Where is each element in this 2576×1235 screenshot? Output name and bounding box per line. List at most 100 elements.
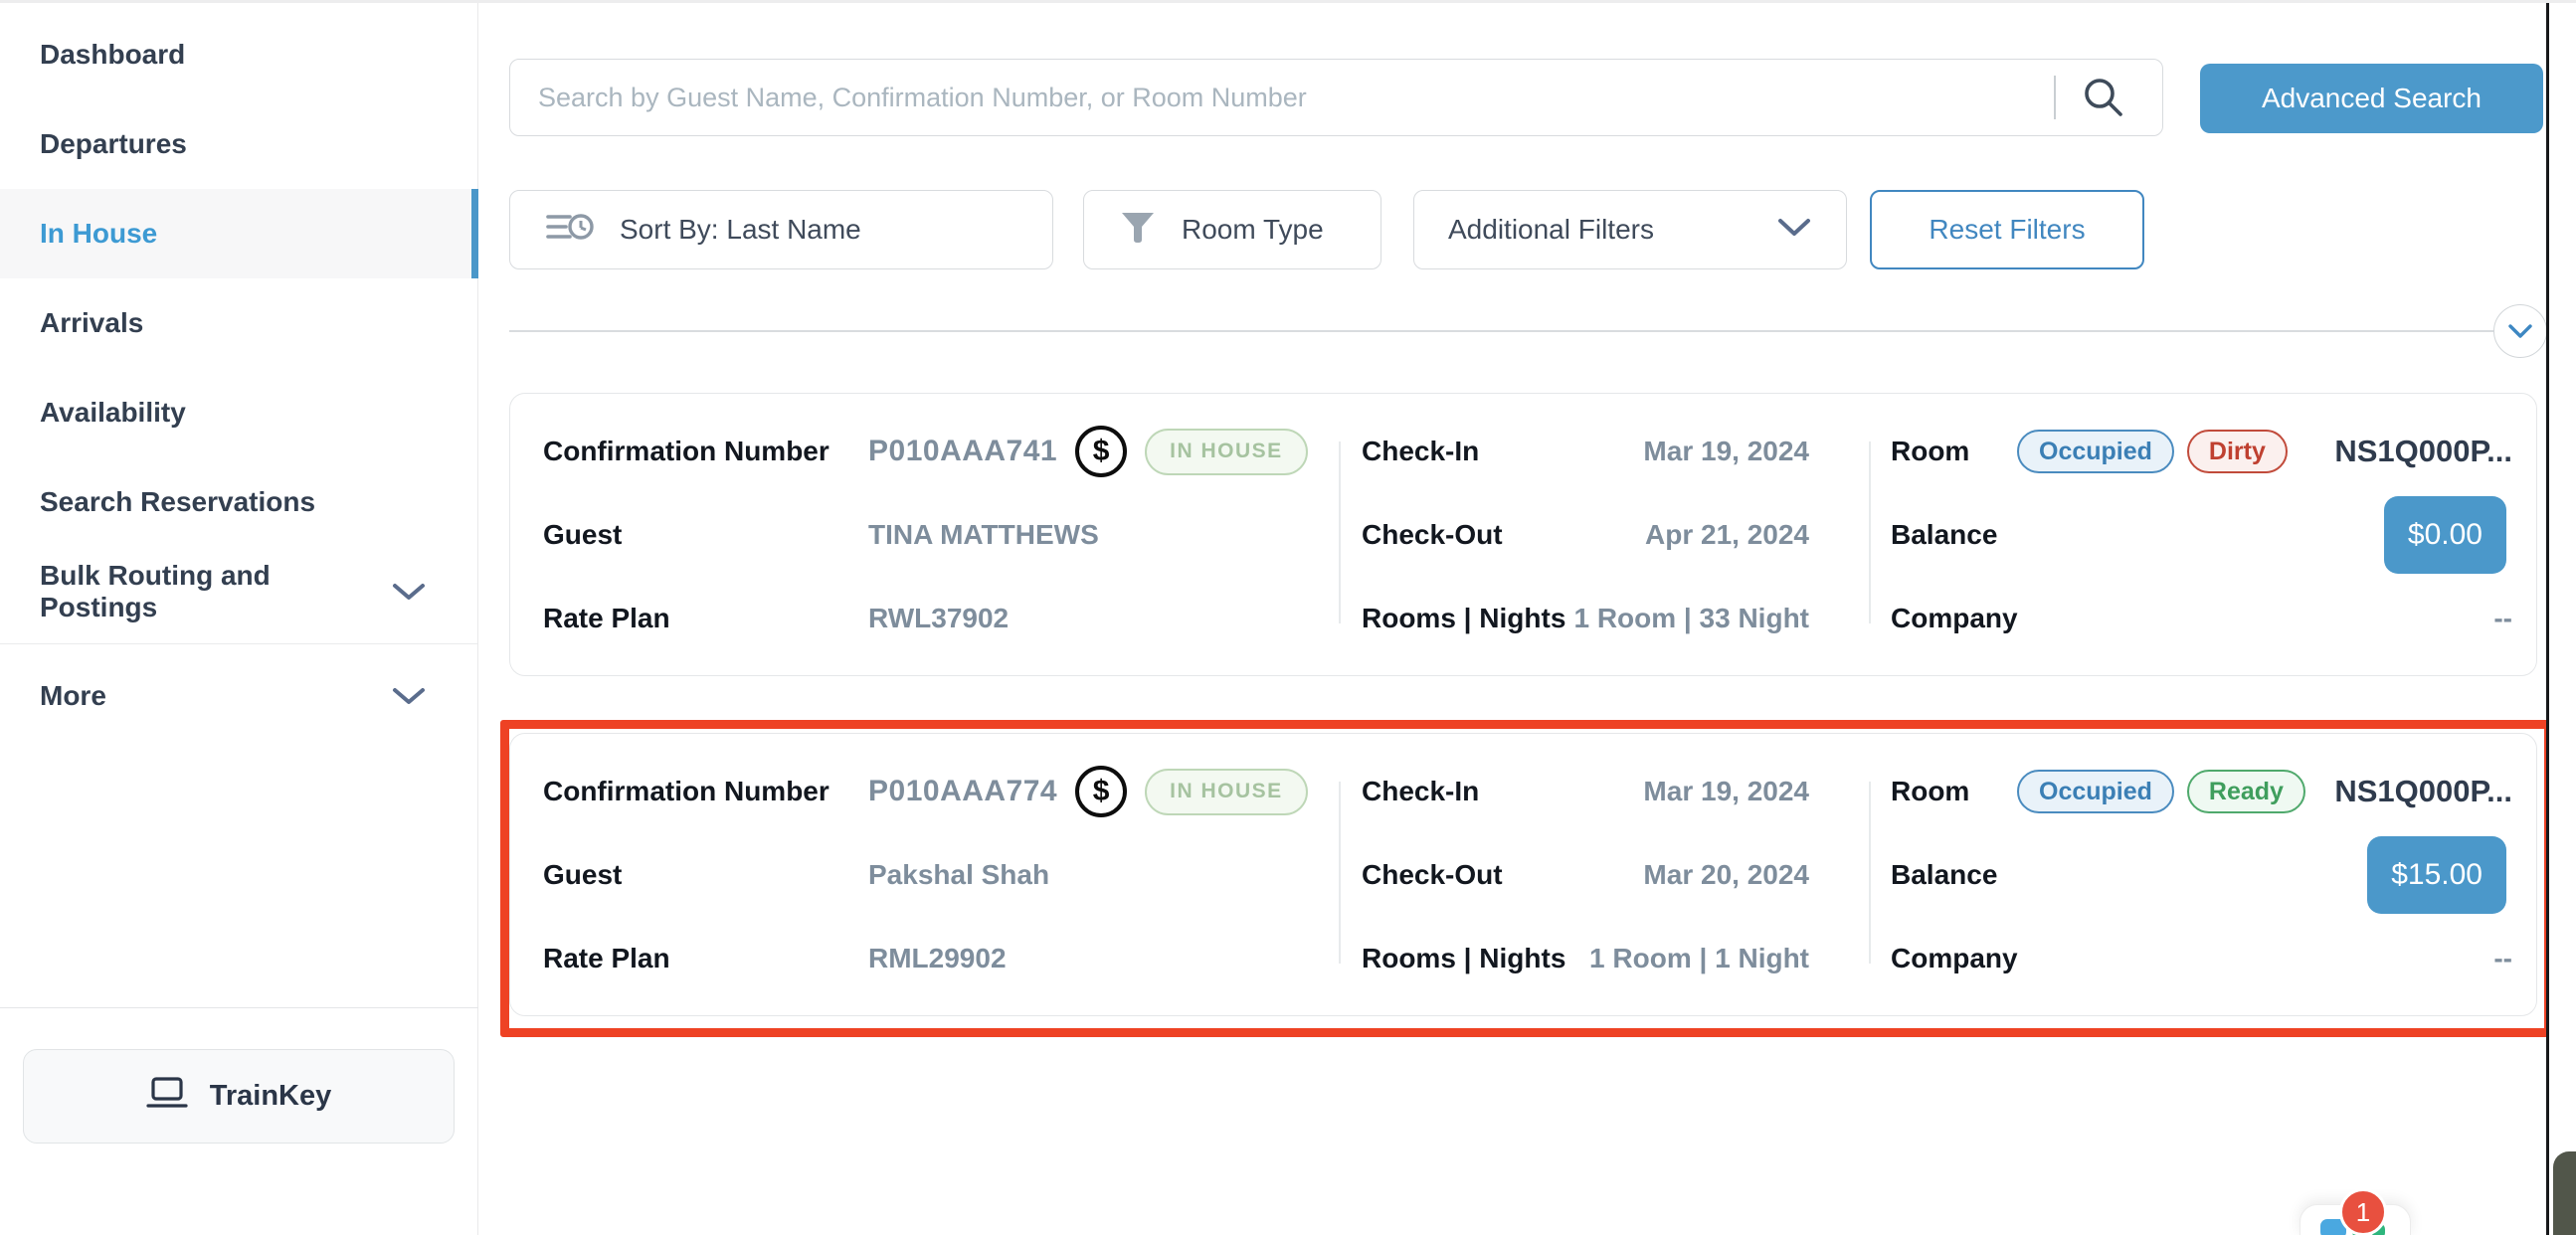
list-divider <box>509 330 2494 332</box>
room-status-badges: Occupied Ready <box>2017 764 2305 819</box>
confirmation-number[interactable]: P010AAA741 <box>868 435 1057 468</box>
housekeeping-badge: Ready <box>2187 770 2305 813</box>
company-value: -- <box>2493 591 2512 646</box>
trainkey-label: TrainKey <box>210 1080 332 1113</box>
trainkey-button[interactable]: TrainKey <box>23 1049 455 1144</box>
rooms-nights-value: 1 Room | 33 Night <box>1573 591 1809 646</box>
search-input[interactable] <box>509 59 2163 136</box>
check-in-date: Mar 19, 2024 <box>1643 424 1809 479</box>
room-number: NS1Q000P... <box>2334 424 2512 479</box>
check-out-date: Mar 20, 2024 <box>1643 847 1809 903</box>
company-label: Company <box>1891 931 2018 986</box>
balance-button[interactable]: $0.00 <box>2384 496 2506 574</box>
sidebar-item-more[interactable]: More <box>0 651 477 741</box>
room-number: NS1Q000P... <box>2334 764 2512 819</box>
rooms-nights-label: Rooms | Nights <box>1362 931 1565 986</box>
rooms-nights-label: Rooms | Nights <box>1362 591 1565 646</box>
sidebar-item-label: Availability <box>40 397 186 429</box>
chevron-down-icon <box>1776 214 1812 246</box>
column-divider <box>1339 441 1341 623</box>
sidebar: Dashboard Departures In House Arrivals A… <box>0 3 478 1235</box>
room-label: Room <box>1891 764 1969 819</box>
sidebar-item-label: Search Reservations <box>40 486 315 518</box>
sidebar-item-label: Dashboard <box>40 39 185 71</box>
in-house-badge: IN HOUSE <box>1145 769 1308 815</box>
collapse-toggle[interactable] <box>2493 304 2547 358</box>
sort-by-label: Sort By: Last Name <box>620 214 861 246</box>
balance-label: Balance <box>1891 847 1997 903</box>
chevron-down-icon <box>392 686 426 706</box>
sidebar-item-search-reservations[interactable]: Search Reservations <box>0 457 477 547</box>
sort-by-dropdown[interactable]: Sort By: Last Name <box>509 190 1053 269</box>
check-in-date: Mar 19, 2024 <box>1643 764 1809 819</box>
confirmation-number[interactable]: P010AAA774 <box>868 775 1057 808</box>
check-in-label: Check-In <box>1362 424 1479 479</box>
advanced-search-button[interactable]: Advanced Search <box>2200 64 2543 133</box>
search-bar <box>509 59 2163 136</box>
dollar-icon[interactable]: $ <box>1075 426 1127 477</box>
guest-name: TINA MATTHEWS <box>868 507 1099 563</box>
reservation-card-selected[interactable]: Confirmation Number P010AAA774 $ IN HOUS… <box>509 733 2537 1016</box>
guest-label: Guest <box>543 847 622 903</box>
window-edge-line <box>2546 3 2549 1235</box>
sidebar-item-label: Departures <box>40 128 187 160</box>
in-house-badge: IN HOUSE <box>1145 429 1308 475</box>
rate-plan-label: Rate Plan <box>543 931 670 986</box>
sidebar-item-dashboard[interactable]: Dashboard <box>0 10 477 99</box>
search-icon[interactable] <box>2080 74 2127 126</box>
funnel-icon <box>1118 207 1158 254</box>
laptop-icon <box>146 1076 188 1118</box>
column-divider <box>1869 782 1871 964</box>
confirmation-label: Confirmation Number <box>543 764 829 819</box>
rooms-nights-value: 1 Room | 1 Night <box>1589 931 1809 986</box>
sidebar-bottom-divider <box>0 1007 478 1008</box>
column-divider <box>1869 441 1871 623</box>
room-type-label: Room Type <box>1182 214 1324 246</box>
confirmation-label: Confirmation Number <box>543 424 829 479</box>
background-window-corner <box>2553 1151 2576 1235</box>
search-separator <box>2054 76 2056 119</box>
chevron-down-icon <box>2507 323 2533 339</box>
dollar-icon[interactable]: $ <box>1075 766 1127 817</box>
reset-filters-button[interactable]: Reset Filters <box>1870 190 2144 269</box>
occupied-badge: Occupied <box>2017 770 2174 813</box>
active-indicator-bar <box>471 189 478 278</box>
housekeeping-badge: Dirty <box>2187 430 2288 473</box>
sidebar-item-label: More <box>40 680 106 712</box>
company-label: Company <box>1891 591 2018 646</box>
rate-plan-value: RWL37902 <box>868 591 1009 646</box>
chevron-down-icon <box>392 582 426 602</box>
sidebar-item-label: In House <box>40 218 157 250</box>
sidebar-item-departures[interactable]: Departures <box>0 99 477 189</box>
reservation-card[interactable]: Confirmation Number P010AAA741 $ IN HOUS… <box>509 393 2537 676</box>
occupied-badge: Occupied <box>2017 430 2174 473</box>
room-label: Room <box>1891 424 1969 479</box>
additional-filters-label: Additional Filters <box>1448 214 1654 246</box>
sidebar-item-availability[interactable]: Availability <box>0 368 477 457</box>
sidebar-item-label: Arrivals <box>40 307 143 339</box>
rate-plan-value: RML29902 <box>868 931 1007 986</box>
balance-button[interactable]: $15.00 <box>2367 836 2506 914</box>
sidebar-item-arrivals[interactable]: Arrivals <box>0 278 477 368</box>
sidebar-item-bulk-routing[interactable]: Bulk Routing and Postings <box>0 547 477 636</box>
sidebar-divider <box>0 643 477 644</box>
check-out-label: Check-Out <box>1362 847 1503 903</box>
sort-icon <box>544 207 596 254</box>
screen-edge-strip <box>2549 3 2576 1235</box>
rate-plan-label: Rate Plan <box>543 591 670 646</box>
confirmation-value-group: P010AAA774 $ IN HOUSE <box>868 764 1308 819</box>
check-out-label: Check-Out <box>1362 507 1503 563</box>
column-divider <box>1339 782 1341 964</box>
guest-label: Guest <box>543 507 622 563</box>
confirmation-value-group: P010AAA741 $ IN HOUSE <box>868 424 1308 479</box>
balance-label: Balance <box>1891 507 1997 563</box>
guest-name: Pakshal Shah <box>868 847 1049 903</box>
check-out-date: Apr 21, 2024 <box>1645 507 1809 563</box>
room-type-filter[interactable]: Room Type <box>1083 190 1381 269</box>
sidebar-item-in-house[interactable]: In House <box>0 189 477 278</box>
additional-filters-dropdown[interactable]: Additional Filters <box>1413 190 1847 269</box>
notification-badge: 1 <box>2339 1188 2387 1235</box>
in-house-page: Dashboard Departures In House Arrivals A… <box>0 0 2576 1235</box>
room-status-badges: Occupied Dirty <box>2017 424 2288 479</box>
check-in-label: Check-In <box>1362 764 1479 819</box>
